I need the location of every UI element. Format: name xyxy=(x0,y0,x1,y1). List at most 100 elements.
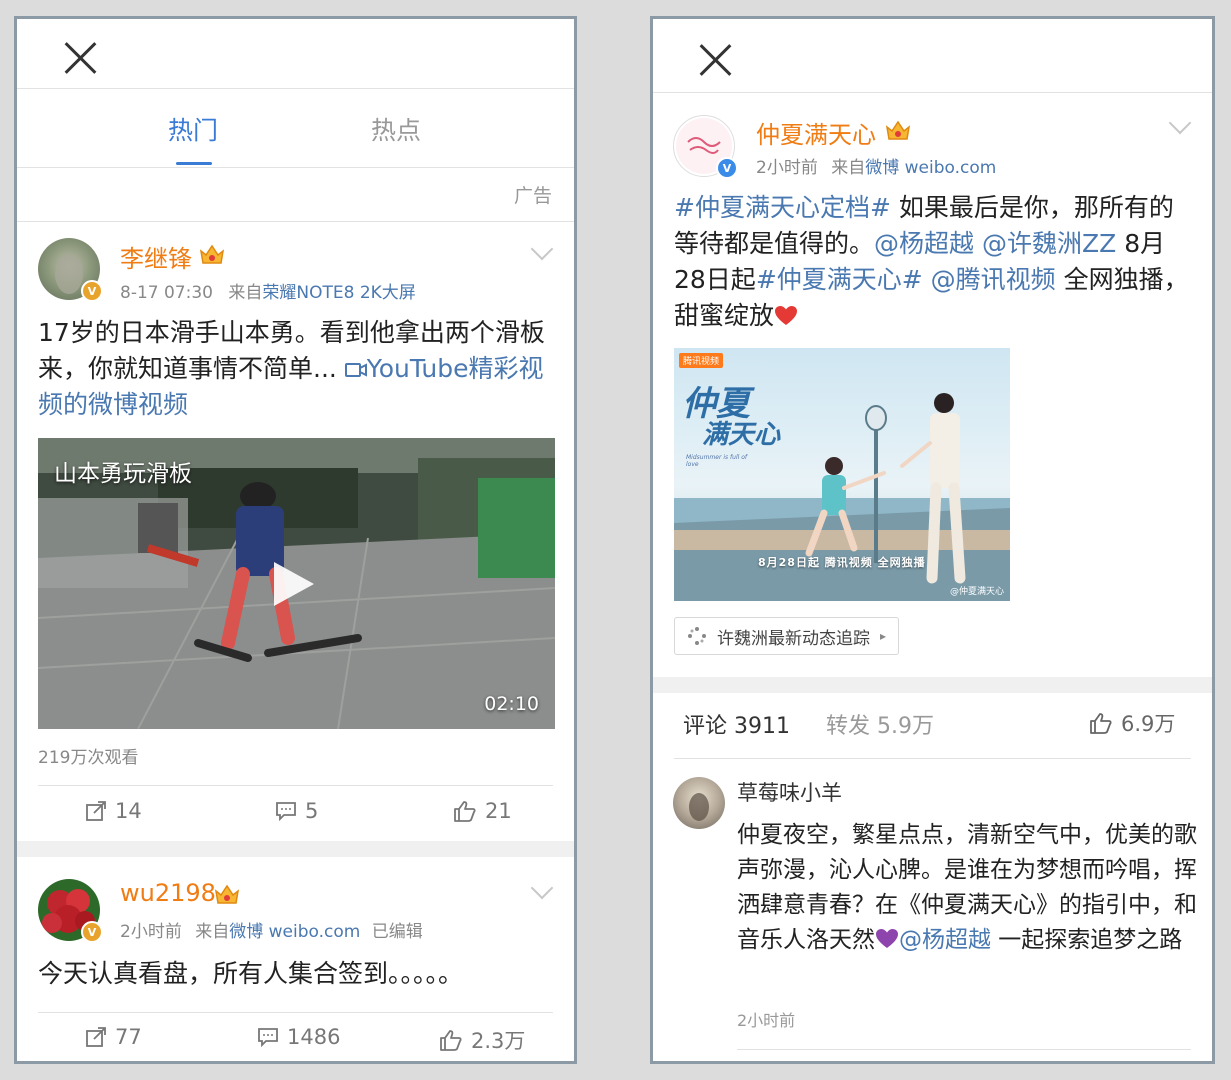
divider xyxy=(653,92,1212,93)
close-icon[interactable] xyxy=(59,36,103,80)
poster-subtitle: Midsummer is full of love xyxy=(686,454,747,468)
comment-body-end: 一起探索追梦之路 xyxy=(991,927,1183,953)
post-meta: 8-17 07:30 来自荣耀NOTE8 2K大屏 xyxy=(120,278,416,303)
share-icon xyxy=(86,801,106,821)
post-source[interactable]: 荣耀NOTE8 2K大屏 xyxy=(262,283,415,303)
like-count: 2.3万 xyxy=(471,1029,526,1053)
username[interactable]: 仲夏满天心 xyxy=(756,115,876,150)
poster-title: 满天心 xyxy=(702,420,781,450)
crown-vip-icon xyxy=(214,884,240,904)
view-count: 219万次观看 xyxy=(38,748,139,768)
divider xyxy=(674,758,1191,759)
video-camera-icon xyxy=(344,363,367,377)
video-player[interactable]: 山本勇玩滑板 02:10 xyxy=(38,438,555,729)
divider xyxy=(17,167,574,168)
poster-image[interactable]: 腾讯视频 仲夏 满天心 Midsummer is full of love 8月… xyxy=(674,348,1010,601)
separator xyxy=(653,677,1212,693)
verified-badge-icon: V xyxy=(716,157,738,179)
tab-comments[interactable]: 评论 3911 xyxy=(683,708,790,740)
video-duration: 02:10 xyxy=(484,693,539,715)
chevron-down-icon[interactable] xyxy=(530,237,554,261)
right-screen: V 仲夏满天心 2小时前 来自微博 weibo.com #仲夏满天心定档# 如果… xyxy=(650,16,1215,1064)
like-count: 21 xyxy=(485,799,512,823)
share-icon xyxy=(86,1027,106,1047)
username[interactable]: wu2198 xyxy=(120,879,216,907)
comment-count: 1486 xyxy=(287,1025,341,1049)
post-source[interactable]: 微博 weibo.com xyxy=(229,922,360,942)
thumbs-up-icon xyxy=(1090,713,1112,734)
post-text-segment xyxy=(974,229,982,258)
thumbs-up-icon xyxy=(454,801,476,822)
comment-button[interactable]: 1486 xyxy=(257,1025,340,1049)
like-button[interactable]: 6.9万 xyxy=(1089,708,1175,738)
hashtag-link[interactable]: #仲夏满天心# xyxy=(756,265,923,294)
divider xyxy=(38,785,553,786)
chevron-down-icon[interactable] xyxy=(530,876,554,900)
verified-badge-icon: V xyxy=(81,921,103,943)
post-time: 2小时前 xyxy=(756,158,818,178)
source-prefix: 来自 xyxy=(228,283,263,303)
video-title: 山本勇玩滑板 xyxy=(54,461,192,487)
edited-label: 已编辑 xyxy=(371,922,423,942)
comment-icon xyxy=(258,1028,278,1047)
red-heart-icon xyxy=(775,306,798,325)
tab-indicator xyxy=(176,162,212,165)
ad-label: 广告 xyxy=(513,185,552,207)
poster-release-info: 8月28日起 腾讯视频 全网独播 xyxy=(758,556,926,569)
mention-link[interactable]: @杨超越 xyxy=(874,229,974,258)
post-text-segment xyxy=(923,265,931,294)
comment-count: 5 xyxy=(305,799,319,823)
mention-link[interactable]: @腾讯视频 xyxy=(931,265,1056,294)
tab-hot[interactable]: 热门 xyxy=(168,111,218,147)
like-count: 6.9万 xyxy=(1121,712,1176,736)
topic-chip[interactable]: 许魏洲最新动态追踪 ▸ xyxy=(674,617,900,655)
crown-vip-icon xyxy=(199,244,225,264)
post-text: 17岁的日本滑手山本勇。看到他拿出两个滑板来，你就知道事情不简单... YouT… xyxy=(38,315,558,423)
tab-trending[interactable]: 热点 xyxy=(371,111,421,147)
mention-link[interactable]: @杨超越 xyxy=(899,927,991,953)
comment-icon xyxy=(276,802,296,821)
source-prefix: 来自 xyxy=(831,158,866,178)
verified-badge-icon: V xyxy=(81,280,103,302)
comment-button[interactable]: 5 xyxy=(275,799,318,823)
mention-link[interactable]: @许魏洲ZZ xyxy=(982,229,1116,258)
thumbs-up-icon xyxy=(440,1030,462,1051)
divider xyxy=(17,88,574,89)
source-prefix: 来自 xyxy=(195,922,230,942)
tencent-video-logo: 腾讯视频 xyxy=(679,353,724,368)
post-time: 2小时前 xyxy=(120,922,182,942)
commenter-name[interactable]: 草莓味小羊 xyxy=(737,777,842,807)
repost-count: 77 xyxy=(115,1025,142,1049)
post-body: #仲夏满天心定档# 如果最后是你，那所有的等待都是值得的。@杨超越 @许魏洲ZZ… xyxy=(674,193,1189,330)
post-meta: 2小时前 来自微博 weibo.com xyxy=(756,153,996,178)
repost-count: 14 xyxy=(115,799,142,823)
left-screen: 热门 热点 广告 V 李继锋 8-17 07:30 来自荣耀NOTE8 2K大屏… xyxy=(14,16,577,1064)
separator xyxy=(17,841,574,857)
hashtag-link[interactable]: #仲夏满天心定档# xyxy=(674,193,891,222)
avatar-image xyxy=(689,793,709,821)
poster-watermark: @仲夏满天心 xyxy=(949,587,1004,597)
commenter-avatar[interactable] xyxy=(673,777,725,829)
comment-text: 仲夏夜空，繁星点点，清新空气中，优美的歌声弥漫，沁人心脾。是谁在为梦想而吟唱，挥… xyxy=(737,818,1199,958)
post-meta: 2小时前 来自微博 weibo.com 已编辑 xyxy=(120,917,423,942)
post-text: 今天认真看盘，所有人集合签到。。。。。 xyxy=(38,959,464,988)
divider xyxy=(38,1012,553,1013)
divider xyxy=(737,1049,1191,1050)
purple-heart-icon xyxy=(876,929,898,948)
play-icon[interactable] xyxy=(270,558,318,610)
topic-chip-label: 许魏洲最新动态追踪 xyxy=(717,628,870,649)
repost-button[interactable]: 77 xyxy=(85,1025,142,1049)
username[interactable]: 李继锋 xyxy=(120,239,192,274)
divider xyxy=(17,221,574,222)
chevron-right-icon: ▸ xyxy=(880,629,887,643)
like-button[interactable]: 21 xyxy=(453,799,512,823)
repost-button[interactable]: 14 xyxy=(85,799,142,823)
post-text: #仲夏满天心定档# 如果最后是你，那所有的等待都是值得的。@杨超越 @许魏洲ZZ… xyxy=(674,190,1194,334)
post-time: 8-17 07:30 xyxy=(120,283,213,303)
tab-reposts[interactable]: 转发 5.9万 xyxy=(826,708,934,740)
chevron-down-icon[interactable] xyxy=(1168,111,1192,135)
crown-vip-icon xyxy=(885,120,911,140)
post-source[interactable]: 微博 weibo.com xyxy=(865,158,996,178)
close-icon[interactable] xyxy=(694,38,738,82)
like-button[interactable]: 2.3万 xyxy=(439,1025,525,1055)
